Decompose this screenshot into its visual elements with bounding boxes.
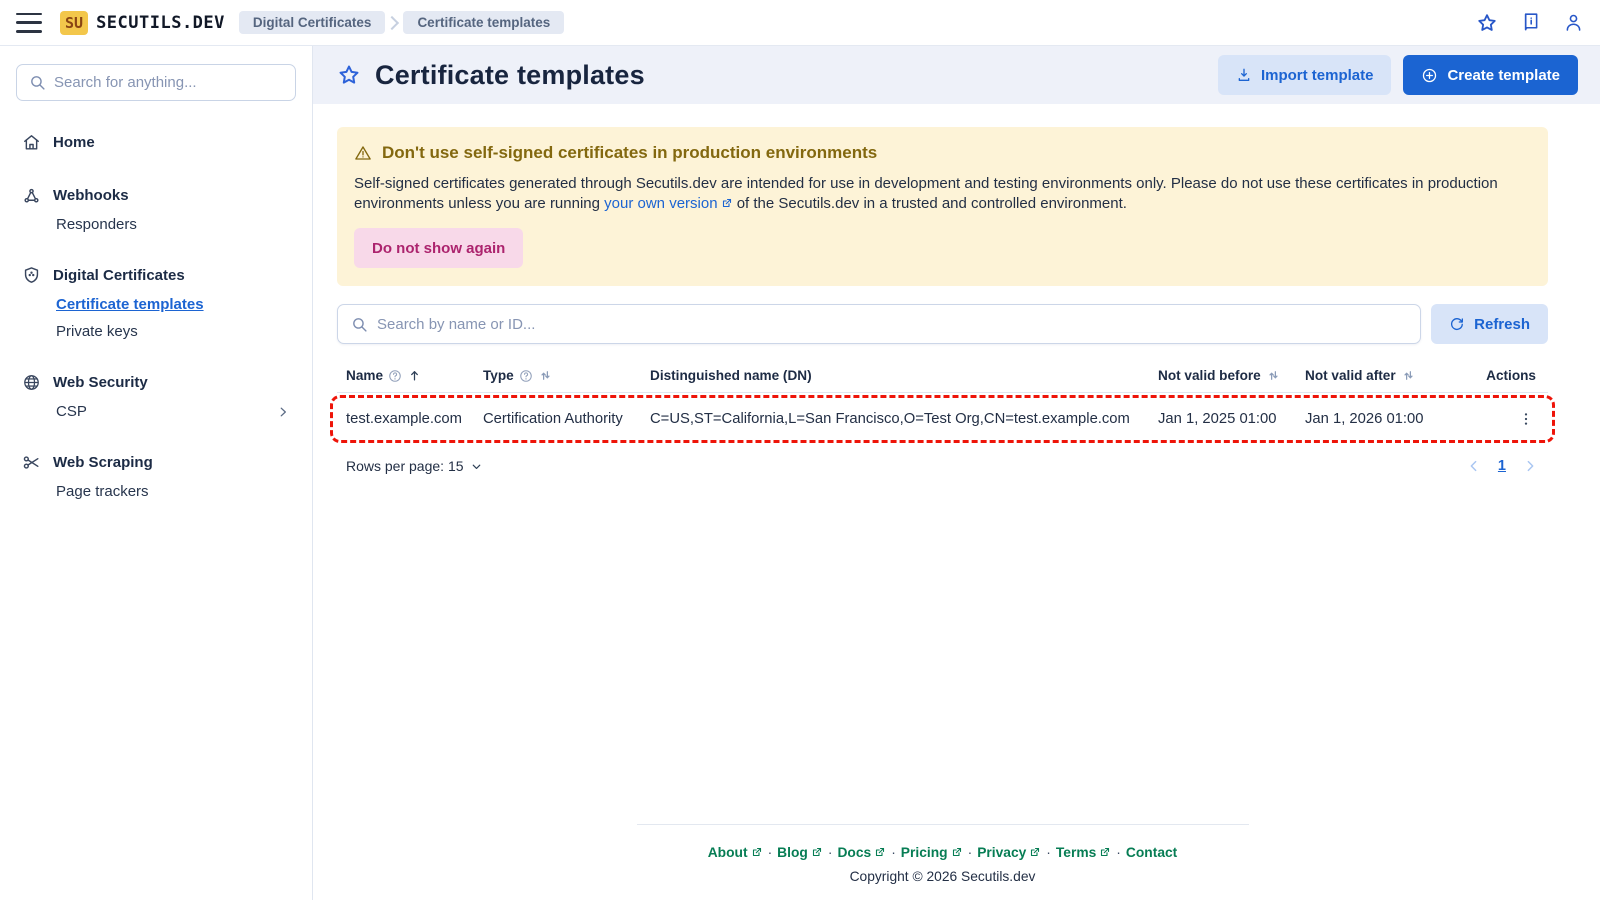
scissors-icon bbox=[22, 453, 41, 472]
external-link-icon bbox=[874, 846, 886, 858]
help-icon bbox=[388, 369, 402, 383]
table-header-row: Name Type bbox=[337, 360, 1548, 393]
plus-circle-icon bbox=[1421, 67, 1438, 84]
refresh-icon bbox=[1449, 316, 1465, 332]
breadcrumb: Digital Certificates Certificate templat… bbox=[239, 11, 564, 34]
warning-body: Self-signed certificates generated throu… bbox=[354, 174, 1531, 214]
sidebar-item-web-security[interactable]: Web Security bbox=[16, 367, 296, 398]
import-icon bbox=[1236, 67, 1252, 83]
pagination: Rows per page: 15 1 bbox=[337, 458, 1548, 474]
menu-icon[interactable] bbox=[16, 13, 42, 33]
shield-icon bbox=[22, 266, 41, 285]
chevron-down-icon bbox=[470, 460, 483, 473]
page-number-1[interactable]: 1 bbox=[1498, 458, 1506, 474]
breadcrumb-separator-icon bbox=[385, 15, 399, 29]
table-search[interactable] bbox=[337, 304, 1421, 344]
cell-not-valid-before: Jan 1, 2025 01:00 bbox=[1158, 411, 1305, 427]
sortable-icon bbox=[1266, 368, 1281, 383]
external-link-icon bbox=[721, 197, 733, 209]
templates-table: Name Type bbox=[337, 360, 1548, 443]
previous-page-icon[interactable] bbox=[1466, 458, 1482, 474]
brand-name: SECUTILS.DEV bbox=[96, 13, 225, 33]
cell-not-valid-after: Jan 1, 2026 01:00 bbox=[1305, 411, 1452, 427]
do-not-show-again-button[interactable]: Do not show again bbox=[354, 228, 523, 268]
sidebar-item-web-scraping[interactable]: Web Scraping bbox=[16, 447, 296, 478]
user-account-icon[interactable] bbox=[1563, 12, 1584, 33]
home-icon bbox=[22, 133, 41, 152]
footer-link-contact[interactable]: Contact bbox=[1126, 845, 1177, 860]
table-search-input[interactable] bbox=[377, 316, 1407, 333]
docs-book-icon[interactable] bbox=[1520, 12, 1541, 33]
footer-link-terms[interactable]: Terms bbox=[1056, 845, 1111, 860]
sort-ascending-icon bbox=[407, 368, 422, 383]
next-page-icon[interactable] bbox=[1522, 458, 1538, 474]
page-header: Certificate templates Import template Cr… bbox=[313, 46, 1600, 104]
column-header-type[interactable]: Type bbox=[483, 368, 650, 383]
table-row[interactable]: test.example.com Certification Authority… bbox=[337, 398, 1548, 440]
copyright: Copyright © 2026 Secutils.dev bbox=[337, 869, 1548, 884]
footer-link-privacy[interactable]: Privacy bbox=[977, 845, 1041, 860]
external-link-icon bbox=[951, 846, 963, 858]
favorites-star-icon[interactable] bbox=[1476, 12, 1498, 34]
sidebar-item-page-trackers[interactable]: Page trackers bbox=[16, 478, 296, 505]
column-header-actions: Actions bbox=[1452, 368, 1548, 383]
topbar: SU SECUTILS.DEV Digital Certificates Cer… bbox=[0, 0, 1600, 46]
import-template-button[interactable]: Import template bbox=[1218, 55, 1392, 95]
sidebar-item-responders[interactable]: Responders bbox=[16, 211, 296, 238]
footer-link-pricing[interactable]: Pricing bbox=[901, 845, 963, 860]
sidebar-item-private-keys[interactable]: Private keys bbox=[16, 318, 296, 345]
warning-title: Don't use self-signed certificates in pr… bbox=[382, 143, 877, 163]
sidebar-nav: Home Webhooks Responders bbox=[16, 127, 296, 505]
sidebar-item-digital-certificates[interactable]: Digital Certificates bbox=[16, 260, 296, 291]
globe-icon bbox=[22, 373, 41, 392]
search-icon bbox=[351, 316, 368, 333]
help-icon bbox=[519, 369, 533, 383]
warning-callout: Don't use self-signed certificates in pr… bbox=[337, 127, 1548, 286]
page-footer: About·Blog·Docs·Pricing·Privacy·Terms·Co… bbox=[337, 824, 1548, 900]
global-search-input[interactable] bbox=[54, 74, 283, 91]
external-link-icon bbox=[1099, 846, 1111, 858]
global-search[interactable] bbox=[16, 64, 296, 101]
column-header-not-valid-after[interactable]: Not valid after bbox=[1305, 368, 1452, 383]
your-own-version-link[interactable]: your own version bbox=[604, 195, 732, 212]
rows-per-page-select[interactable]: Rows per page: 15 bbox=[337, 458, 483, 474]
search-icon bbox=[29, 74, 46, 91]
sidebar: Home Webhooks Responders bbox=[0, 46, 313, 900]
create-template-button[interactable]: Create template bbox=[1403, 55, 1578, 95]
table-toolbar: Refresh bbox=[337, 304, 1548, 344]
sidebar-item-certificate-templates[interactable]: Certificate templates bbox=[16, 291, 296, 318]
cell-name: test.example.com bbox=[337, 411, 483, 427]
breadcrumb-digital-certificates[interactable]: Digital Certificates bbox=[239, 11, 386, 34]
annotation-highlight: test.example.com Certification Authority… bbox=[330, 395, 1555, 443]
chevron-right-icon bbox=[276, 405, 290, 419]
footer-link-docs[interactable]: Docs bbox=[837, 845, 886, 860]
cell-type: Certification Authority bbox=[483, 411, 650, 427]
cell-dn: C=US,ST=California,L=San Francisco,O=Tes… bbox=[650, 411, 1158, 427]
footer-link-about[interactable]: About bbox=[708, 845, 763, 860]
warning-triangle-icon bbox=[354, 144, 372, 162]
column-header-not-valid-before[interactable]: Not valid before bbox=[1158, 368, 1305, 383]
column-header-name[interactable]: Name bbox=[337, 368, 483, 383]
breadcrumb-certificate-templates[interactable]: Certificate templates bbox=[403, 11, 564, 34]
column-header-dn: Distinguished name (DN) bbox=[650, 368, 1158, 383]
row-actions-kebab-icon[interactable] bbox=[1516, 409, 1536, 429]
main-content: Certificate templates Import template Cr… bbox=[313, 46, 1600, 900]
page-star-icon[interactable] bbox=[337, 63, 361, 87]
sortable-icon bbox=[1401, 368, 1416, 383]
logo-badge: SU bbox=[60, 11, 88, 35]
external-link-icon bbox=[751, 846, 763, 858]
sortable-icon bbox=[538, 368, 553, 383]
footer-link-blog[interactable]: Blog bbox=[777, 845, 823, 860]
refresh-button[interactable]: Refresh bbox=[1431, 304, 1548, 344]
sidebar-item-webhooks[interactable]: Webhooks bbox=[16, 180, 296, 211]
external-link-icon bbox=[811, 846, 823, 858]
webhooks-icon bbox=[22, 186, 41, 205]
sidebar-item-csp[interactable]: CSP bbox=[16, 398, 296, 425]
page-title: Certificate templates bbox=[375, 60, 645, 91]
brand-logo[interactable]: SU SECUTILS.DEV bbox=[60, 11, 225, 35]
external-link-icon bbox=[1029, 846, 1041, 858]
sidebar-item-home[interactable]: Home bbox=[16, 127, 296, 158]
footer-divider bbox=[637, 824, 1249, 825]
topbar-actions bbox=[1476, 12, 1584, 34]
